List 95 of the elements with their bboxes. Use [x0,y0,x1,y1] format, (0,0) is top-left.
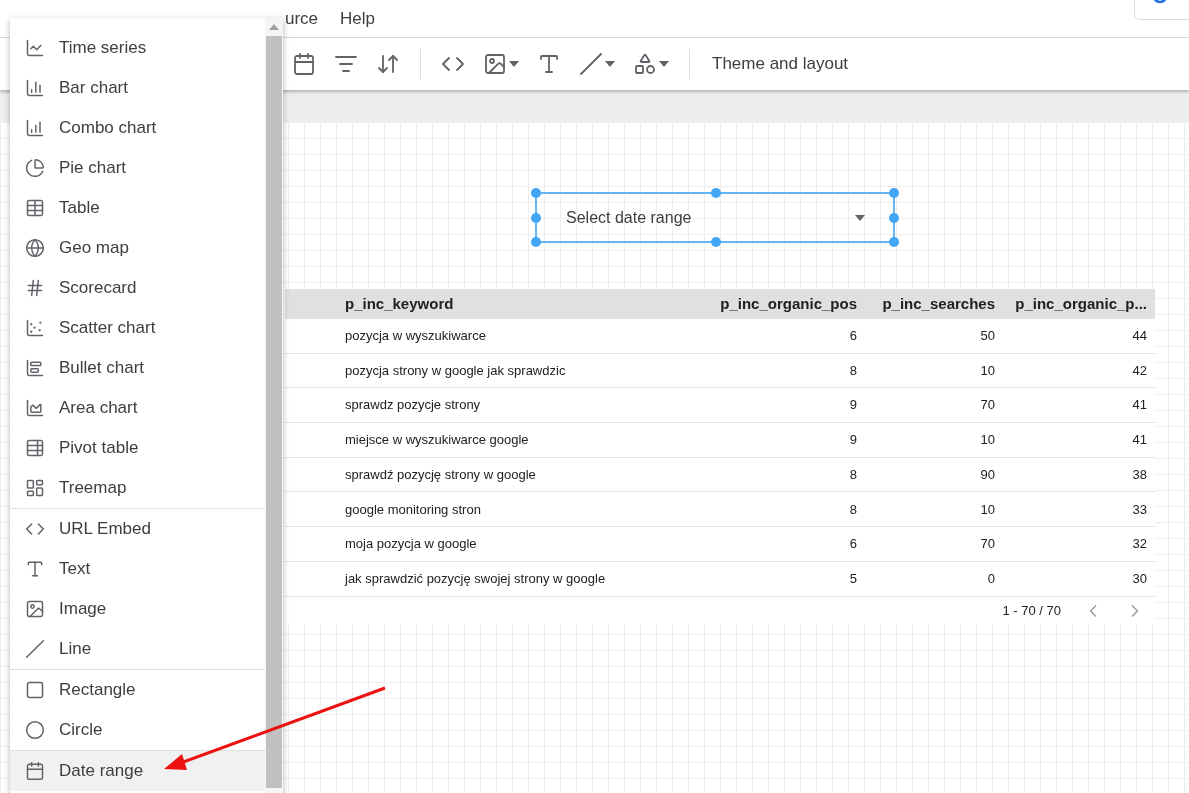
theme-and-layout-button[interactable]: Theme and layout [708,51,853,77]
table-cell: pozycja w wyszukiwarce [345,328,486,344]
table-cell: 10 [980,362,995,378]
caret-icon [855,214,865,221]
menu-item[interactable]: Date range [10,751,265,791]
column-header[interactable]: p_inc_keyword [345,294,454,312]
image-icon [25,599,45,619]
menu-item[interactable]: Circle [10,710,265,750]
table-cell: 8 [849,466,857,482]
table-cell: 41 [1132,432,1147,448]
resize-handle[interactable] [889,188,899,198]
table-cell: 32 [1132,536,1147,552]
bar-chart-icon [25,78,45,98]
table-cell: 10 [980,501,995,517]
globe-icon [25,238,45,258]
combo-chart-icon [25,118,45,138]
table-cell: sprawdz pozycje strony [345,397,481,413]
table-cell: 8 [849,362,857,378]
menu-item[interactable]: Scorecard [10,268,265,308]
line-tool-button[interactable] [577,50,617,78]
table-cell: 30 [1132,570,1147,586]
table-cell: pozycja strony w google jak sprawdzic [345,362,566,378]
menu-item[interactable]: Line [10,629,265,669]
circle-icon [25,720,45,740]
table-icon [25,198,45,218]
resize-handle[interactable] [531,237,541,247]
menu-item[interactable]: Combo chart [10,108,265,148]
resize-handle[interactable] [889,213,899,223]
table-cell: 42 [1132,362,1147,378]
scatter-chart-icon [25,318,45,338]
menu-item[interactable]: Image [10,589,265,629]
table-cell: 38 [1132,466,1147,482]
column-header[interactable]: p_inc_searches [882,294,995,312]
menu-item[interactable]: Rectangle [10,670,265,710]
table-cell: 50 [980,328,995,344]
sort-icon [376,52,400,76]
resize-handle[interactable] [711,188,721,198]
table-cell: 44 [1132,328,1147,344]
table-cell: 9 [849,397,857,413]
scroll-up-icon[interactable] [269,24,279,30]
table-cell: google monitoring stron [345,501,481,517]
menu-item[interactable]: Treemap [10,468,265,508]
table-cell: 6 [849,536,857,552]
menu-item[interactable]: Geo map [10,228,265,268]
pagination-label: 1 - 70 / 70 [1002,601,1061,620]
menu-item[interactable]: Pivot table [10,428,265,468]
calendar-icon [25,761,45,781]
text-icon [25,559,45,579]
menu-item[interactable]: Time series [10,28,265,68]
area-chart-icon [25,398,45,418]
pie-chart-icon [25,158,45,178]
menu-item[interactable]: URL Embed [10,509,265,549]
menu-item[interactable]: Help [340,5,376,31]
menu-item[interactable]: Table [10,188,265,228]
table-cell: 9 [849,432,857,448]
hash-icon [25,278,45,298]
date-range-placeholder: Select date range [566,207,692,228]
table-cell: 0 [987,570,995,586]
bullet-chart-icon [25,358,45,378]
resize-handle[interactable] [531,188,541,198]
line-chart-icon [25,38,45,58]
treemap-icon [25,478,45,498]
menu-item[interactable]: Area chart [10,388,265,428]
table-cell: 5 [849,570,857,586]
menu-item[interactable]: Scatter chart [10,308,265,348]
calendar-icon [292,52,316,76]
table-cell: 90 [980,466,995,482]
line-icon [25,639,45,659]
table-cell: moja pozycja w google [345,536,477,552]
pivot-table-icon [25,438,45,458]
table-cell: jak sprawdzić pozycję swojej strony w google [345,570,606,586]
resize-handle[interactable] [531,213,541,223]
table-cell: sprawdź pozycję strony w google [345,466,536,482]
menu-item[interactable]: Pie chart [10,148,265,188]
menu-item[interactable]: Bar chart [10,68,265,108]
menu-item[interactable]: urce [285,5,319,31]
line-icon [579,52,603,76]
image-icon [483,52,507,76]
column-header[interactable]: p_inc_organic_pos [720,294,857,312]
table-cell: 70 [980,536,995,552]
column-header[interactable]: p_inc_organic_p... [1015,294,1147,312]
resize-handle[interactable] [889,237,899,247]
table-cell: 6 [849,328,857,344]
menu-item[interactable]: Bullet chart [10,348,265,388]
table-cell: 41 [1132,397,1147,413]
table-cell: miejsce w wyszukiwarce google [345,432,529,448]
table-cell: 8 [849,501,857,517]
table-cell: 70 [980,397,995,413]
menu-item[interactable]: Text [10,549,265,589]
square-icon [25,680,45,700]
table-cell: 33 [1132,501,1147,517]
table-cell: 10 [980,432,995,448]
resize-handle[interactable] [711,237,721,247]
shapes-icon [633,52,657,76]
text-icon [537,52,561,76]
